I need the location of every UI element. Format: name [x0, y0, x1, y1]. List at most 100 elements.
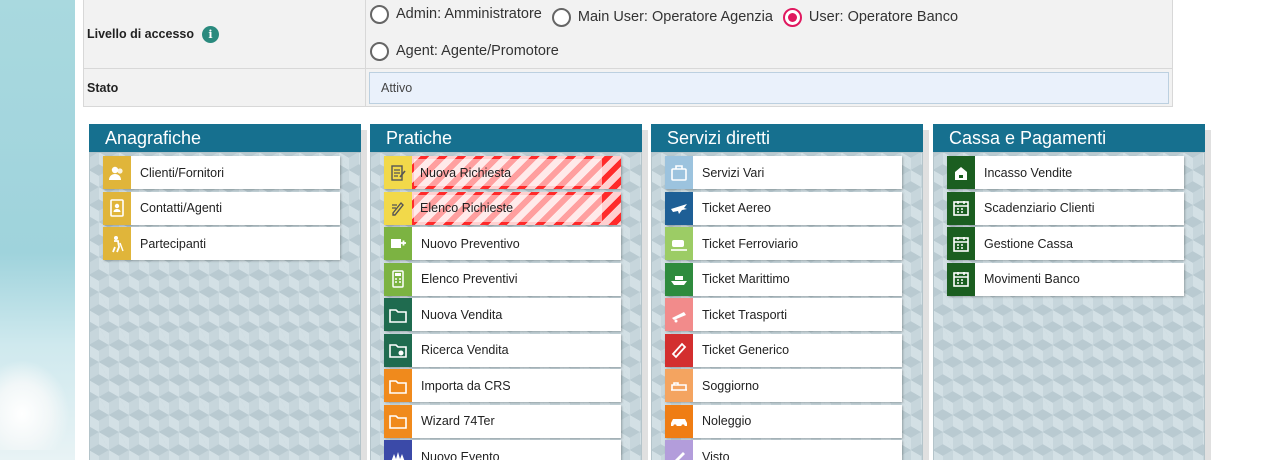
folder-import-icon	[384, 369, 412, 402]
panel-title: Pratiche	[370, 124, 642, 152]
menu-item-scadenziario-clienti[interactable]: Scadenziario Clienti	[947, 191, 1184, 225]
menu-item-visto[interactable]: Visto	[665, 440, 902, 460]
calculator-icon	[384, 262, 412, 296]
access-level-label: Livello di accesso i	[84, 0, 366, 68]
panel-title: Servizi diretti	[651, 124, 923, 152]
status-label: Stato	[84, 69, 366, 106]
panel-title: Cassa e Pagamenti	[933, 124, 1205, 152]
event-icon	[384, 440, 412, 460]
airplane-icon	[665, 191, 693, 225]
panel-shadow	[923, 130, 929, 460]
ship-icon	[665, 262, 693, 296]
menu-item-ticket-generico[interactable]: Ticket Generico	[665, 333, 902, 367]
menu-item-soggiorno[interactable]: Soggiorno	[665, 369, 902, 402]
menu-item-label: Partecipanti	[140, 236, 207, 251]
radio-circle[interactable]	[370, 4, 389, 24]
menu-item-label: Ticket Aereo	[702, 201, 772, 215]
main-content: Livello di accesso i Admin: Amministrato…	[75, 0, 1277, 460]
menu-item-incasso-vendite[interactable]: Incasso Vendite	[947, 156, 1184, 189]
menu-item-nuovo-evento[interactable]: Nuovo Evento	[384, 440, 621, 460]
menu-item-label: Nuovo Preventivo	[421, 236, 520, 251]
menu-item-label: Ricerca Vendita	[421, 343, 509, 357]
panel-shadow	[642, 130, 648, 460]
calendar-icon	[947, 227, 975, 260]
panel-shadow	[1205, 130, 1211, 460]
menu-item-partecipanti[interactable]: Partecipanti	[103, 227, 340, 260]
address-book-icon	[103, 191, 131, 225]
radio-main-user[interactable]: Main User: Operatore Agenzia	[551, 0, 773, 34]
panel-anagrafiche: Anagrafiche Clienti/Fornitori Contatti/Age…	[89, 124, 367, 460]
access-level-row: Livello di accesso i Admin: Amministrato…	[84, 0, 1172, 68]
train-icon	[665, 227, 693, 260]
radio-user[interactable]: User: Operatore Banco	[782, 0, 958, 34]
menu-item-label-box: Nuova Richiesta	[414, 159, 602, 186]
users-icon	[103, 156, 131, 189]
menu-item-importa-da-crs[interactable]: Importa da CRS	[384, 369, 621, 402]
menu-item-label: Nuovo Evento	[421, 449, 500, 460]
menu-item-ticket-trasporti[interactable]: Ticket Trasporti	[665, 298, 902, 331]
menu-item-nuova-richiesta[interactable]: Nuova Richiesta	[384, 156, 621, 189]
menu-item-ricerca-vendita[interactable]: Ricerca Vendita	[384, 333, 621, 367]
bed-icon	[665, 369, 693, 402]
info-icon[interactable]: i	[202, 25, 219, 43]
menu-item-label: Wizard 74Ter	[421, 414, 495, 428]
radio-admin[interactable]: Admin: Amministratore	[370, 0, 542, 31]
menu-item-label: Elenco Preventivi	[421, 272, 518, 286]
menu-item-ticket-aereo[interactable]: Ticket Aereo	[665, 191, 902, 225]
access-level-label-text: Livello di accesso	[87, 27, 194, 41]
menu-item-label: Contatti/Agenti	[140, 201, 222, 215]
menu-item-label: Importa da CRS	[421, 378, 511, 393]
menu-item-noleggio[interactable]: Noleggio	[665, 404, 902, 438]
panel-servizi-diretti: Servizi diretti Servizi Vari Ticket Aereo T…	[651, 124, 929, 460]
menu-item-label: Nuova Richiesta	[420, 165, 512, 180]
status-field[interactable]: Attivo	[369, 72, 1169, 104]
visa-icon	[665, 440, 693, 460]
new-quote-icon	[384, 227, 412, 260]
calendar-icon	[947, 262, 975, 296]
menu-item-label: Elenco Richieste	[420, 201, 514, 215]
panel-shadow	[361, 130, 367, 460]
menu-item-ticket-ferroviario[interactable]: Ticket Ferroviario	[665, 227, 902, 260]
menu-item-label: Scadenziario Clienti	[984, 201, 1095, 215]
car-icon	[665, 404, 693, 438]
menu-item-label: Noleggio	[702, 414, 752, 428]
folder-search-icon	[384, 333, 412, 367]
menu-item-elenco-preventivi[interactable]: Elenco Preventivi	[384, 262, 621, 296]
menu-item-label: Ticket Generico	[702, 343, 790, 357]
folder-icon	[384, 298, 412, 331]
radio-label: Main User: Operatore Agenzia	[577, 9, 773, 25]
menu-item-label: Servizi Vari	[702, 165, 765, 180]
menu-item-servizi-vari[interactable]: Servizi Vari	[665, 156, 902, 189]
panel-pratiche: Pratiche Nuova Richiesta Elenco Richieste N…	[370, 124, 648, 460]
user-form: Livello di accesso i Admin: Amministrato…	[83, 0, 1173, 107]
menu-item-wizard-74ter[interactable]: Wizard 74Ter	[384, 404, 621, 438]
menu-item-label: Ticket Ferroviario	[702, 236, 799, 251]
menu-item-label-box: Elenco Richieste	[414, 194, 602, 222]
radio-circle[interactable]	[370, 41, 389, 61]
menu-item-clienti-fornitori[interactable]: Clienti/Fornitori	[103, 156, 340, 189]
menu-item-elenco-richieste[interactable]: Elenco Richieste	[384, 191, 621, 225]
menu-item-ticket-marittimo[interactable]: Ticket Marittimo	[665, 262, 902, 296]
menu-item-movimenti-banco[interactable]: Movimenti Banco	[947, 262, 1184, 296]
radio-circle[interactable]	[551, 7, 571, 27]
folder-wizard-icon	[384, 404, 412, 438]
radio-agent[interactable]: Agent: Agente/Promotore	[370, 34, 1162, 68]
access-level-options: Admin: Amministratore Main User: Operato…	[366, 0, 1172, 68]
menu-item-label: Visto	[702, 449, 730, 460]
menu-item-contatti-agenti[interactable]: Contatti/Agenti	[103, 191, 340, 225]
menu-item-nuova-vendita[interactable]: Nuova Vendita	[384, 298, 621, 331]
background-sky	[0, 0, 75, 460]
suitcase-icon	[665, 156, 693, 189]
menu-item-label: Nuova Vendita	[421, 307, 503, 322]
radio-circle-selected[interactable]	[782, 7, 802, 27]
menu-item-gestione-cassa[interactable]: Gestione Cassa	[947, 227, 1184, 260]
panel-title: Anagrafiche	[89, 124, 361, 152]
transport-icon	[665, 298, 693, 331]
cash-register-icon	[947, 156, 975, 189]
request-list-icon	[384, 191, 412, 225]
menu-item-label: Incasso Vendite	[984, 165, 1073, 180]
menu-item-nuovo-preventivo[interactable]: Nuovo Preventivo	[384, 227, 621, 260]
menu-item-label: Ticket Marittimo	[702, 272, 790, 286]
status-row: Stato Attivo	[84, 68, 1172, 106]
new-request-icon	[384, 156, 412, 189]
